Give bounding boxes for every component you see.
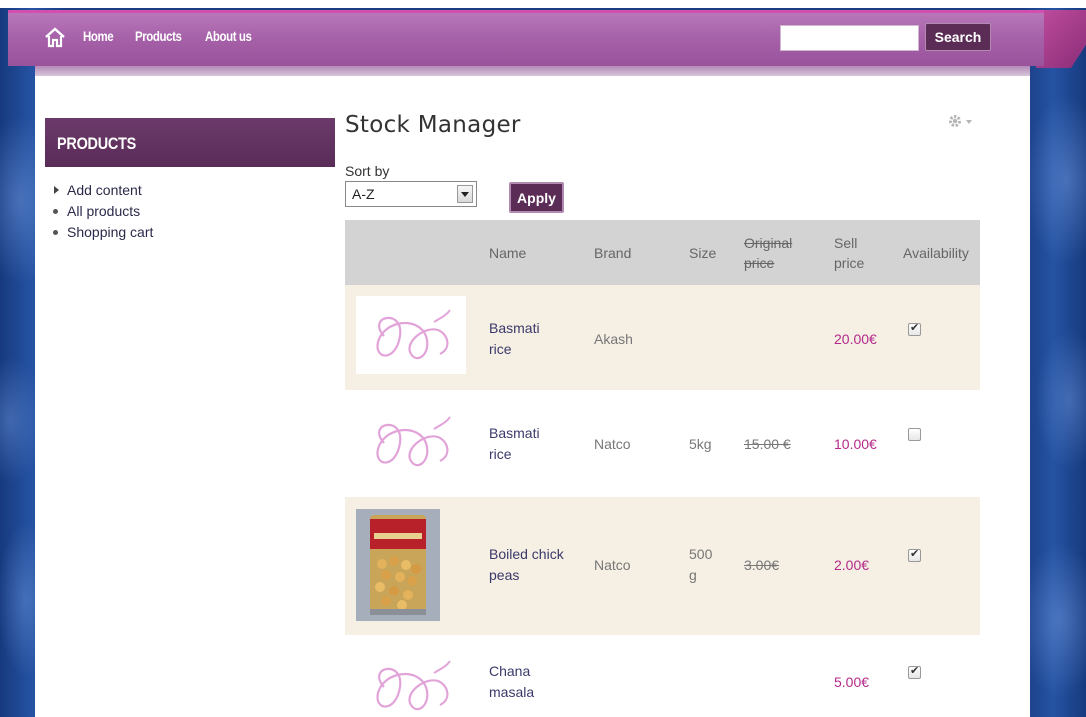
sidebar-item-shopping-cart[interactable]: Shopping cart — [52, 222, 153, 243]
product-logo-image — [356, 647, 466, 717]
product-logo-image — [356, 403, 466, 481]
search-input[interactable] — [780, 25, 919, 51]
top-strip — [0, 0, 1086, 8]
sort-select[interactable]: A-Z — [345, 181, 477, 207]
sidebar-title: PRODUCTS — [45, 118, 335, 167]
row-sell-price: 10.00€ — [834, 436, 877, 452]
nav-products-link[interactable]: Products — [135, 28, 182, 44]
sort-by-label: Sort by — [345, 163, 390, 179]
header-brand[interactable]: Brand — [594, 243, 631, 263]
nav-home-link[interactable]: Home — [83, 28, 114, 44]
row-name[interactable]: Chana masala — [489, 661, 559, 703]
row-size: 500 g — [689, 546, 713, 583]
availability-checkbox[interactable] — [908, 321, 921, 336]
row-sell-price: 20.00€ — [834, 331, 877, 347]
sidebar-item-all-products[interactable]: All products — [52, 201, 153, 222]
table-row: Chana masala 5.00€ — [345, 635, 980, 717]
bullet-icon — [53, 209, 58, 214]
can-image — [356, 509, 440, 621]
row-size: 5kg — [689, 436, 712, 452]
product-logo-image — [356, 296, 466, 374]
row-brand: Natco — [594, 557, 631, 573]
table-header: Name Brand Size Original price Sell pric… — [345, 220, 980, 285]
row-original-price: 3.00€ — [744, 557, 780, 573]
table-row: Basmati rice Akash 20.00€ — [345, 285, 980, 390]
os-logo-icon — [376, 309, 451, 360]
apply-button[interactable]: Apply — [509, 182, 564, 213]
header-availability[interactable]: Availability — [903, 243, 969, 263]
navbar-shadow — [35, 66, 1030, 76]
row-name[interactable]: Basmati rice — [489, 423, 559, 465]
availability-checkbox[interactable] — [908, 664, 921, 679]
home-icon[interactable] — [44, 26, 66, 48]
row-original-price: 15.00 € — [744, 436, 791, 452]
header-size[interactable]: Size — [689, 243, 716, 263]
row-brand: Akash — [594, 331, 633, 347]
nav-about-link[interactable]: About us — [205, 28, 252, 44]
row-name[interactable]: Basmati rice — [489, 318, 559, 360]
sidebar-menu: Add content All products Shopping cart — [52, 180, 153, 243]
os-logo-icon — [376, 416, 451, 467]
row-sell-price: 5.00€ — [834, 674, 870, 690]
chevron-down-icon — [457, 185, 473, 203]
page-title: Stock Manager — [345, 112, 521, 138]
bullet-icon — [53, 230, 58, 235]
sidebar-item-add-content[interactable]: Add content — [52, 180, 153, 201]
availability-checkbox[interactable] — [908, 547, 921, 562]
content-page: PRODUCTS Add content All products Shoppi… — [35, 76, 1030, 717]
table-row: Basmati rice Natco 5kg 15.00 € 10.00€ — [345, 390, 980, 497]
row-name[interactable]: Boiled chick peas — [489, 544, 579, 586]
stock-table: Name Brand Size Original price Sell pric… — [345, 220, 980, 717]
row-sell-price: 2.00€ — [834, 557, 870, 573]
chickpeas-can-image — [356, 509, 440, 621]
gear-icon[interactable] — [947, 112, 975, 130]
triangle-bullet-icon — [54, 186, 59, 194]
search-button[interactable]: Search — [925, 23, 991, 51]
os-logo-icon — [376, 660, 451, 711]
availability-checkbox[interactable] — [908, 428, 921, 441]
row-brand: Natco — [594, 436, 631, 452]
header-name[interactable]: Name — [489, 243, 526, 263]
header-original-price[interactable]: Original price — [744, 233, 802, 273]
table-row: Boiled chick peas Natco 500 g 3.00€ 2.00… — [345, 497, 980, 635]
header-sell-price[interactable]: Sell price — [834, 233, 878, 273]
